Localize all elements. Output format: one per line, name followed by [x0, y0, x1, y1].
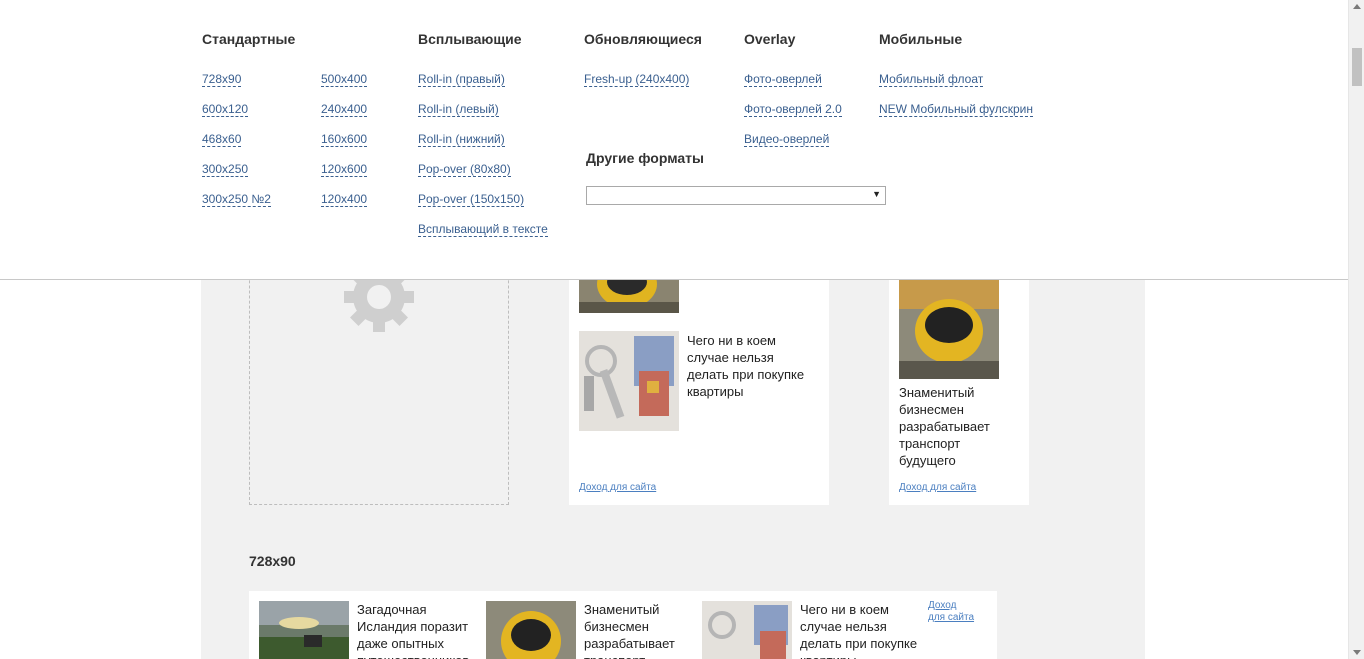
menu-link-240x400[interactable]: 240x400	[321, 102, 368, 117]
menu-link-160x600[interactable]: 160x600	[321, 132, 368, 147]
scroll-up-arrow-icon[interactable]	[1353, 4, 1361, 9]
strip-income-link-line1: Доход	[928, 600, 957, 611]
scroll-down-arrow-icon[interactable]	[1353, 650, 1361, 655]
menu-heading-updating: Обновляющиеся	[584, 31, 702, 47]
ad2-income-link[interactable]: Доход для сайта	[899, 482, 976, 493]
menu-heading-overlay: Overlay	[744, 31, 796, 47]
menu-link-728x90[interactable]: 728x90	[202, 72, 242, 87]
menu-link-photo-overlay-2[interactable]: Фото-оверлей 2.0	[744, 102, 842, 117]
ad1-text[interactable]: Чего ни в коем случае нельзя делать при …	[687, 332, 817, 400]
ad1-income-link[interactable]: Доход для сайта	[579, 482, 656, 493]
iceland-thumbnail[interactable]	[259, 601, 349, 659]
strip-item-1-text[interactable]: Загадочная Исландия поразит даже опытных…	[357, 601, 475, 659]
ad2-text[interactable]: Знаменитый бизнесмен разрабатывает транс…	[899, 384, 1019, 469]
menu-link-300x250-2[interactable]: 300x250 №2	[202, 192, 271, 207]
menu-link-500x400[interactable]: 500x400	[321, 72, 368, 87]
menu-link-468x60[interactable]: 468x60	[202, 132, 242, 147]
scrollbar-thumb[interactable]	[1352, 48, 1362, 86]
section-title: 728x90	[249, 553, 296, 569]
menu-link-freshup[interactable]: Fresh-up (240x400)	[584, 72, 690, 87]
menu-heading-popup: Всплывающие	[418, 31, 522, 47]
vertical-scrollbar[interactable]	[1348, 0, 1364, 659]
keys-thumbnail[interactable]	[702, 601, 792, 659]
menu-heading-standard: Стандартные	[202, 31, 296, 47]
menu-link-mobile-fullscreen[interactable]: NEW Мобильный фулскрин	[879, 102, 1033, 117]
menu-link-300x250[interactable]: 300x250	[202, 162, 249, 177]
menu-link-popover-150[interactable]: Pop-over (150x150)	[418, 192, 525, 207]
other-formats-select[interactable]: ▼	[586, 186, 886, 205]
menu-link-rollin-right[interactable]: Roll-in (правый)	[418, 72, 505, 87]
menu-heading-mobile: Мобильные	[879, 31, 963, 47]
dropdown-arrow-icon: ▼	[872, 189, 881, 199]
menu-link-photo-overlay[interactable]: Фото-оверлей	[744, 72, 822, 87]
car-thumbnail[interactable]	[899, 279, 999, 379]
menu-link-mobile-float[interactable]: Мобильный флоат	[879, 72, 984, 87]
strip-income-link-line2: для сайта	[928, 612, 975, 623]
car-thumbnail[interactable]	[486, 601, 576, 659]
menu-link-600x120[interactable]: 600x120	[202, 102, 249, 117]
strip-item-3-text[interactable]: Чего ни в коем случае нельзя делать при …	[800, 601, 922, 659]
menu-link-rollin-bottom[interactable]: Roll-in (нижний)	[418, 132, 505, 147]
menu-link-rollin-left[interactable]: Roll-in (левый)	[418, 102, 499, 117]
format-menu: Стандартные 728x90 600x120 468x60 300x25…	[0, 0, 1348, 280]
menu-link-120x400[interactable]: 120x400	[321, 192, 368, 207]
menu-heading-other-formats: Другие форматы	[586, 150, 704, 166]
keys-thumbnail[interactable]	[579, 331, 679, 431]
menu-link-120x600[interactable]: 120x600	[321, 162, 368, 177]
strip-item-2-text[interactable]: Знаменитый бизнесмен разрабатывает транс…	[584, 601, 694, 659]
menu-link-in-text[interactable]: Всплывающий в тексте	[418, 222, 548, 237]
menu-link-video-overlay[interactable]: Видео-оверлей	[744, 132, 830, 147]
menu-link-popover-80[interactable]: Pop-over (80x80)	[418, 162, 511, 177]
strip-income-link[interactable]: Доход для сайта	[928, 600, 974, 624]
